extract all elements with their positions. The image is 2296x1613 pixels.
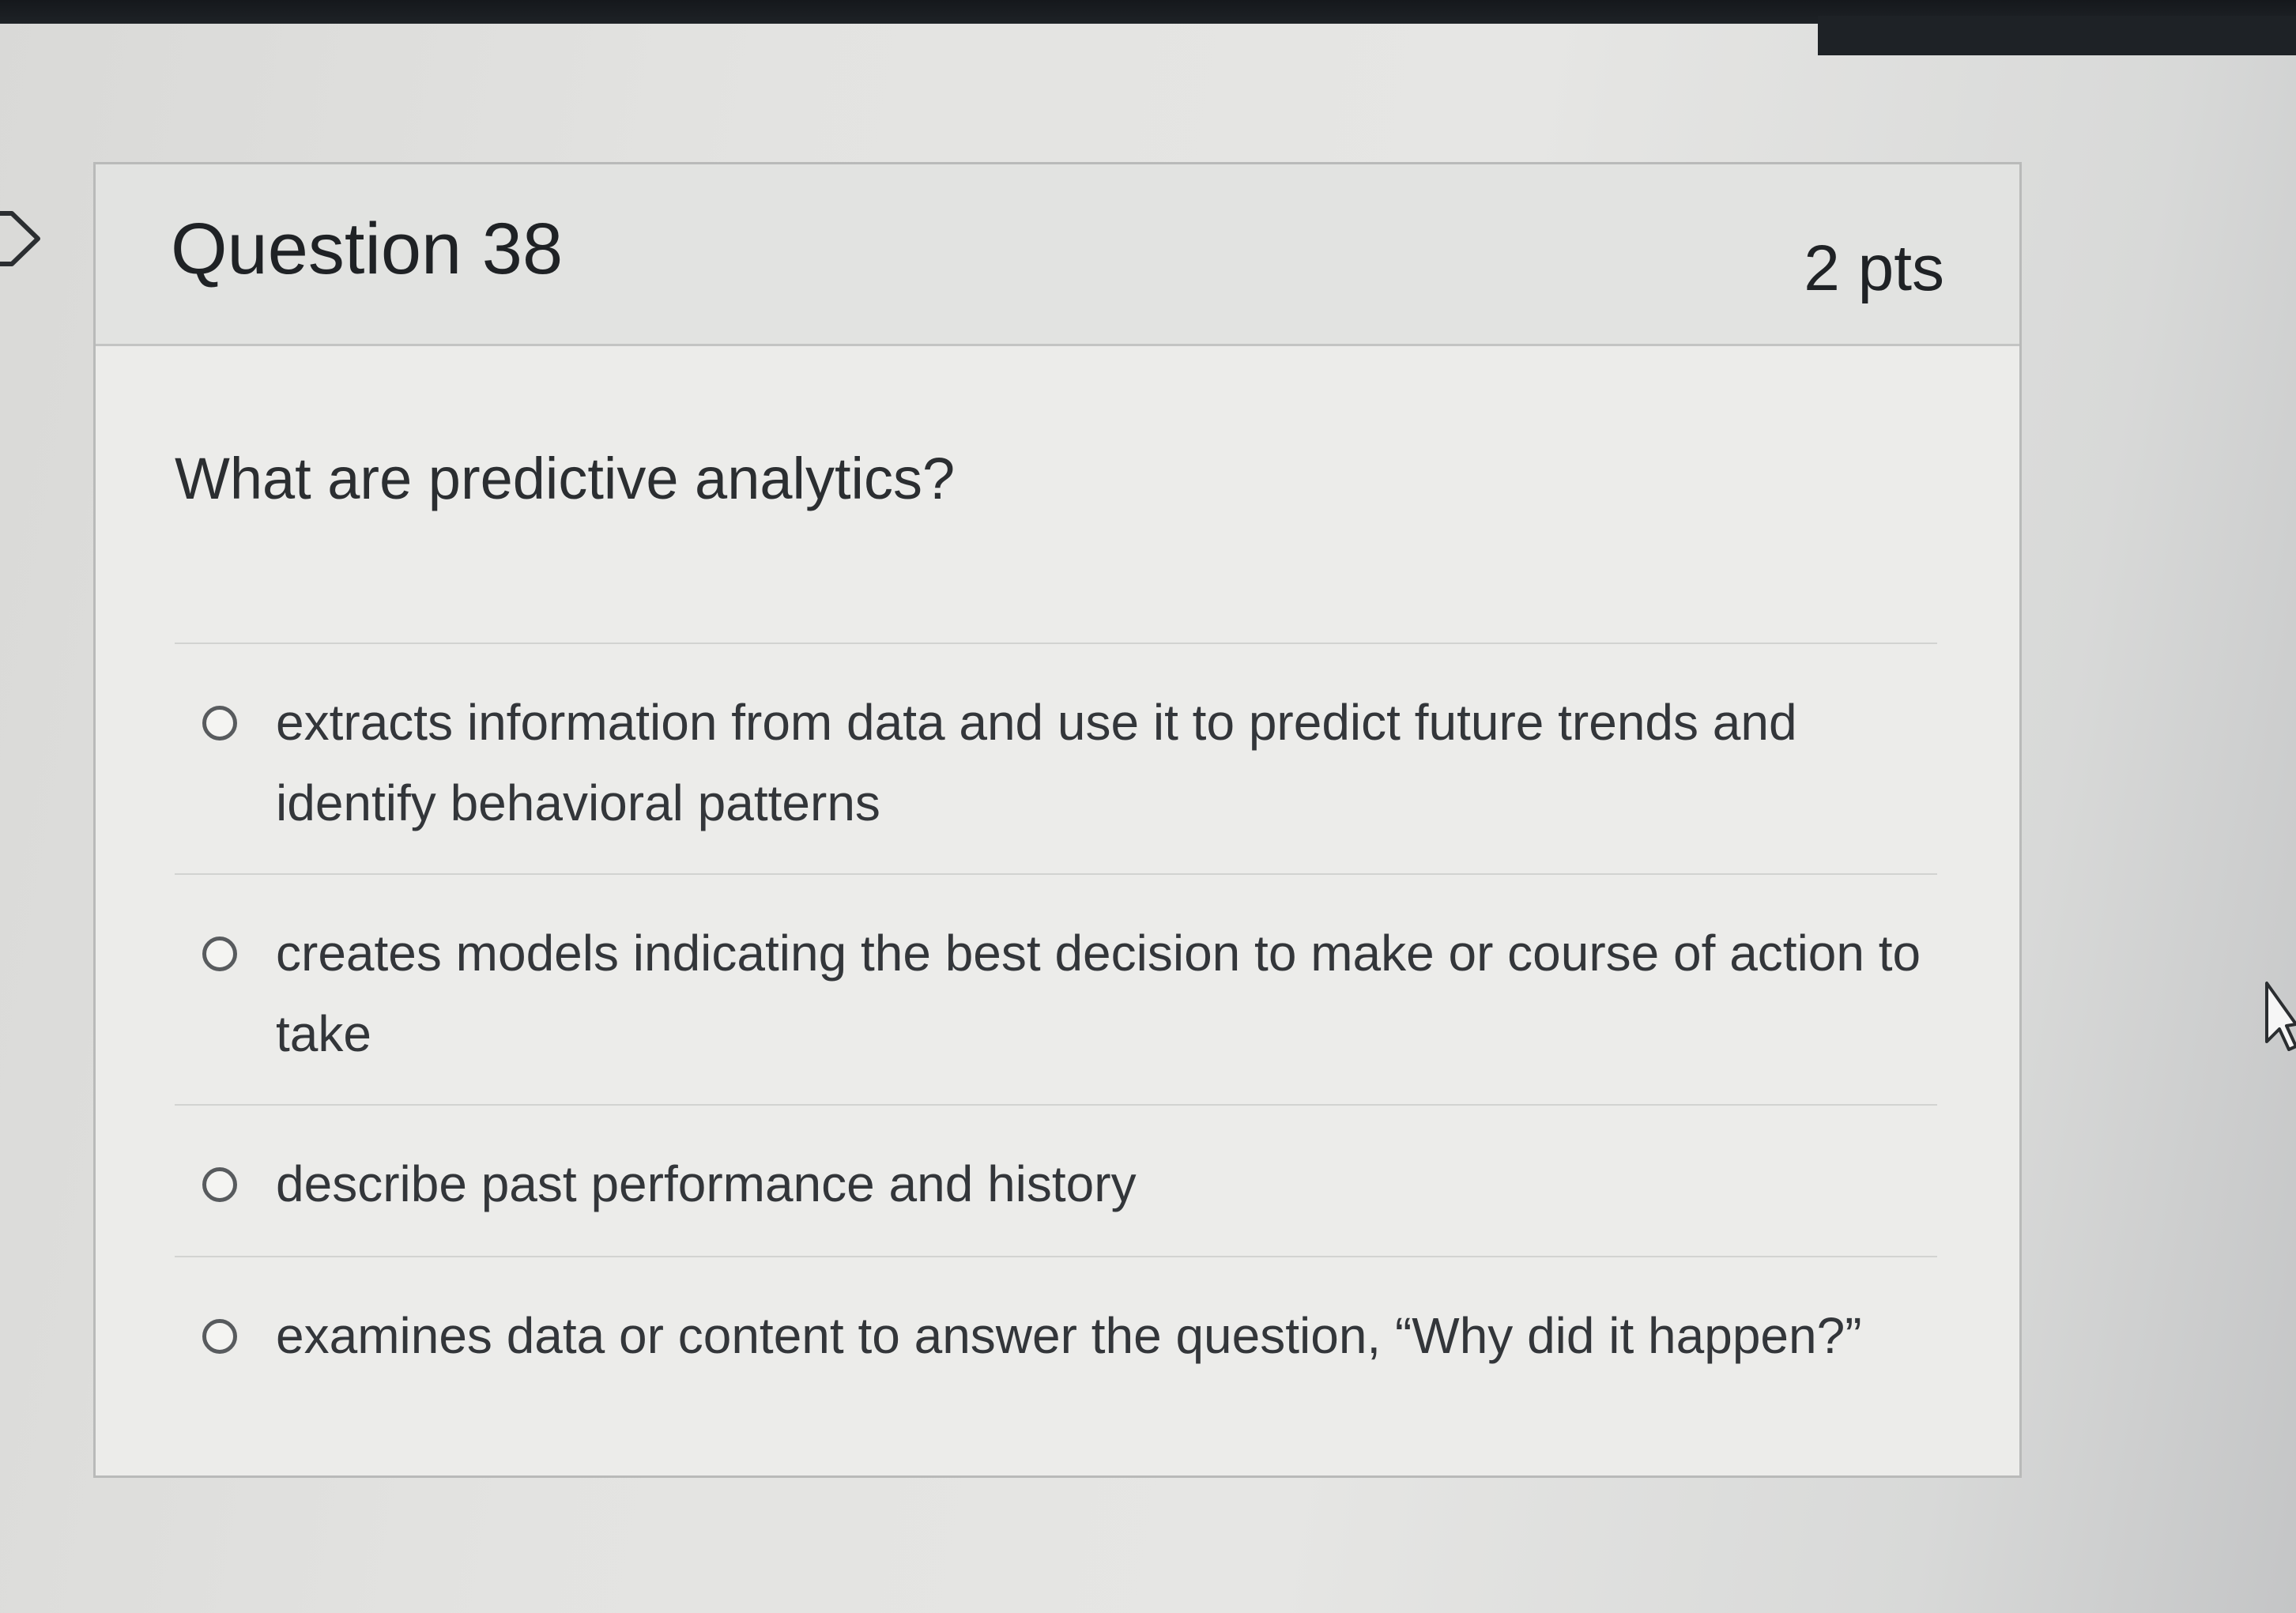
mouse-cursor-icon: [2265, 982, 2296, 1051]
answer-label: creates models indicating the best decis…: [276, 925, 1921, 1062]
bookmark-flag-icon[interactable]: [0, 207, 47, 270]
radio-button-icon[interactable]: [202, 1319, 237, 1354]
question-body: What are predictive analytics? extracts …: [96, 346, 2019, 1476]
answer-option-4[interactable]: examines data or content to answer the q…: [175, 1257, 1937, 1408]
radio-button-icon[interactable]: [202, 706, 237, 741]
answer-list: extracts information from data and use i…: [175, 643, 1937, 1408]
question-text: What are predictive analytics?: [175, 446, 956, 511]
radio-button-icon[interactable]: [202, 1167, 237, 1202]
answer-label: examines data or content to answer the q…: [276, 1307, 1862, 1364]
radio-button-icon[interactable]: [202, 937, 237, 971]
answer-label: extracts information from data and use i…: [276, 694, 1797, 831]
answer-option-1[interactable]: extracts information from data and use i…: [175, 644, 1937, 873]
screen-top-bezel-right: [1818, 16, 2296, 55]
answer-option-2[interactable]: creates models indicating the best decis…: [175, 875, 1937, 1104]
answer-option-3[interactable]: describe past performance and history: [175, 1106, 1937, 1256]
answer-label: describe past performance and history: [276, 1155, 1137, 1212]
question-card: Question 38 2 pts What are predictive an…: [93, 162, 2022, 1478]
question-title: Question 38: [171, 209, 564, 289]
question-points: 2 pts: [1804, 232, 1944, 304]
question-header: Question 38 2 pts: [96, 164, 2019, 346]
